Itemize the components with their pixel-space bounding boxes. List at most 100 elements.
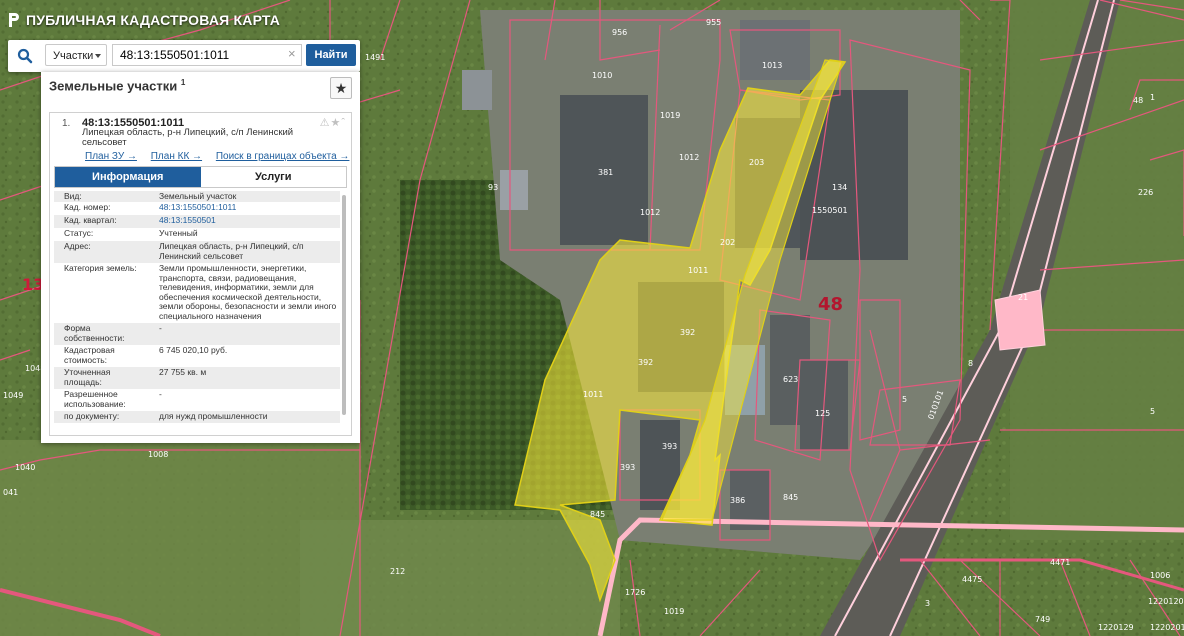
search-type-label: Участки	[53, 50, 94, 62]
info-label: Вид:	[64, 191, 82, 201]
map-label: 21	[1018, 293, 1028, 302]
plan-kk-link[interactable]: План КК →	[151, 151, 202, 162]
map-label: 5	[1150, 407, 1155, 416]
map-label: 134	[832, 183, 847, 192]
info-label: Уточненная площадь:	[64, 367, 111, 387]
info-label: Адрес:	[64, 241, 91, 251]
tab-services[interactable]: Услуги	[200, 167, 346, 187]
map-label: 956	[612, 28, 627, 37]
info-value: -	[159, 323, 162, 333]
find-button[interactable]: Найти	[306, 44, 356, 66]
info-row: Статус: Учтенный	[54, 228, 340, 241]
map-label: 1012	[640, 208, 660, 217]
info-scrollbar[interactable]	[342, 195, 346, 415]
building	[462, 70, 492, 110]
map-label: 4475	[962, 575, 982, 584]
map-label: 125	[815, 409, 830, 418]
plan-zu-link[interactable]: План ЗУ →	[85, 151, 137, 162]
map-label: 392	[680, 328, 695, 337]
info-row: Вид: Земельный участок	[54, 191, 340, 202]
app-title: ПУБЛИЧНАЯ КАДАСТРОВАЯ КАРТА	[26, 12, 281, 28]
map-label: 392	[638, 358, 653, 367]
info-row: Уточненная площадь: 27 755 кв. м	[54, 367, 340, 389]
result-actions-icon[interactable]: ⚠★ˆ	[320, 116, 346, 129]
info-row: Форма собственности: -	[54, 323, 340, 345]
cadastral-block-link[interactable]: 48:13:1550501	[159, 215, 339, 226]
info-value: для нужд промышленности	[159, 411, 268, 421]
star-icon: ★	[334, 80, 348, 96]
info-row: по документу: для нужд промышленности	[54, 411, 340, 423]
map-label: 749	[1035, 615, 1050, 624]
map-label: 93	[488, 183, 498, 192]
search-bar: Участки × Найти	[8, 40, 360, 72]
map-label: 1220201	[1150, 623, 1184, 632]
result-index: 1.	[62, 118, 71, 129]
field-bottom	[300, 520, 620, 636]
building	[740, 20, 810, 80]
map-label: 1012	[679, 153, 699, 162]
map-label: 48	[818, 294, 843, 315]
map-label: 845	[590, 510, 605, 519]
map-label: 4471	[1050, 558, 1070, 567]
panel-title-text: Земельные участки	[49, 78, 178, 94]
map-label: 041	[3, 488, 18, 497]
map-label: 1491	[365, 53, 385, 62]
map-label: 8	[968, 359, 973, 368]
search-icon[interactable]	[17, 48, 33, 64]
info-value: Учтенный	[159, 228, 198, 238]
map-label: 1	[1150, 93, 1155, 102]
search-in-bounds-link[interactable]: Поиск в границах объекта →	[216, 151, 350, 162]
map-label: 1550501	[812, 206, 848, 215]
info-row: Кад. квартал: 48:13:1550501	[54, 215, 340, 228]
map-label: 226	[1138, 188, 1153, 197]
info-label: Разрешенное использование:	[64, 389, 126, 409]
map-label: 381	[598, 168, 613, 177]
results-panel: Земельные участки 1 ★ 1. 48:13:1550501:1…	[41, 72, 360, 443]
logo-icon	[9, 13, 19, 27]
info-row: Разрешенное использование: -	[54, 389, 340, 411]
map-label: 1040	[15, 463, 35, 472]
map-label: 1006	[1150, 571, 1170, 580]
map-label: 1011	[583, 390, 603, 399]
map-label: 1220129	[1098, 623, 1134, 632]
info-row: Кад. номер: 48:13:1550501:1011	[54, 202, 340, 215]
result-address: Липецкая область, р-н Липецкий, с/п Лени…	[82, 127, 294, 148]
map-label: 1019	[660, 111, 680, 120]
chevron-down-icon	[95, 54, 101, 58]
map-label: 5	[902, 395, 907, 404]
info-tabs: Информация Услуги	[54, 166, 347, 188]
info-label: Кадастровая стоимость:	[64, 345, 115, 365]
info-label: Кад. номер:	[64, 202, 111, 212]
building	[500, 170, 528, 210]
map-label: 202	[720, 238, 735, 247]
result-card[interactable]: 1. 48:13:1550501:1011 Липецкая область, …	[49, 112, 352, 436]
search-type-select[interactable]: Участки	[45, 44, 107, 66]
map-label: 955	[706, 18, 721, 27]
info-label: Статус:	[64, 228, 94, 238]
info-value: 6 745 020,10 руб.	[159, 345, 228, 355]
map-label: 1013	[762, 61, 782, 70]
info-row: Категория земель: Земли промышленности, …	[54, 263, 340, 323]
info-value: -	[159, 389, 162, 399]
map-label: 48	[1133, 96, 1143, 105]
map-label: 623	[783, 375, 798, 384]
tab-info[interactable]: Информация	[55, 167, 201, 187]
map-label: 386	[730, 496, 745, 505]
app-header: ПУБЛИЧНАЯ КАДАСТРОВАЯ КАРТА	[8, 10, 280, 30]
map-label: 1010	[592, 71, 612, 80]
favorite-button[interactable]: ★	[330, 77, 352, 99]
info-value: Земли промышленности, энергетики, трансп…	[159, 263, 337, 321]
info-table: Вид: Земельный участок Кад. номер: 48:13…	[54, 191, 347, 430]
clear-icon[interactable]: ×	[288, 46, 296, 61]
map-label: 1220120	[1148, 597, 1184, 606]
result-count: 1	[180, 78, 186, 87]
map-label: 845	[783, 493, 798, 502]
info-value: 27 755 кв. м	[159, 367, 207, 377]
info-label: Форма собственности:	[64, 323, 125, 343]
map-label: 1049	[3, 391, 23, 400]
search-input[interactable]	[112, 44, 302, 66]
cadastral-number-link[interactable]: 48:13:1550501:1011	[159, 202, 339, 213]
info-label: Категория земель:	[64, 263, 137, 273]
map-label: 1008	[148, 450, 168, 459]
info-value: Липецкая область, р-н Липецкий, с/п Лени…	[159, 241, 304, 261]
